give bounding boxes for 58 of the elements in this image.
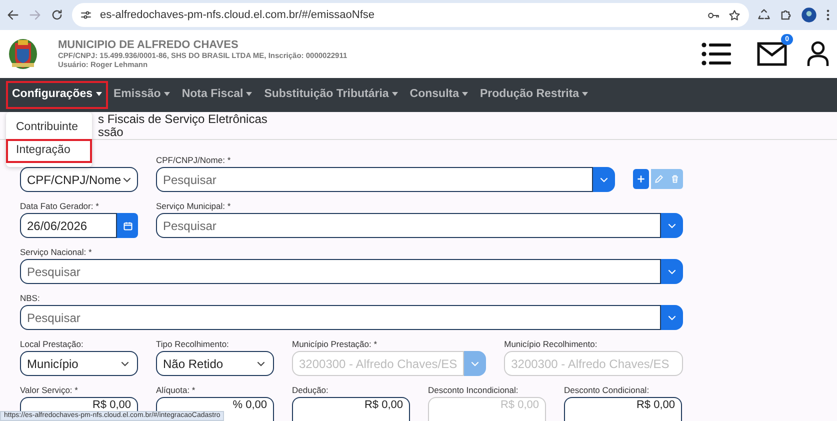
page-title: s Fiscais de Serviço Eletrônicas (98, 113, 268, 126)
field-label: CPF/CNPJ/Nome: * (156, 154, 232, 167)
date-field[interactable]: 26/06/2026 (20, 213, 117, 238)
search-field[interactable]: Pesquisar (156, 213, 661, 238)
user-icon[interactable] (807, 41, 829, 67)
nav-menu[interactable]: Substituição Tributária (258, 81, 404, 109)
search-field[interactable]: Pesquisar (156, 167, 593, 192)
dropdown-button[interactable] (593, 167, 615, 192)
dropdown-button[interactable] (661, 213, 683, 238)
field-label: Município Prestação: * (292, 338, 378, 351)
select-field[interactable]: Município (20, 351, 138, 376)
search-field[interactable]: Pesquisar (20, 305, 661, 330)
field-label: Alíquota: * (156, 384, 196, 397)
field-label: Data Fato Gerador: * (20, 200, 100, 213)
field-label: Desconto Condicional: (564, 384, 650, 397)
dropdown-button[interactable] (661, 305, 683, 330)
select-field[interactable]: Não Retido (156, 351, 274, 376)
avatar-icon[interactable] (801, 7, 817, 23)
field-label: Município Recolhimento: (504, 338, 598, 351)
amount-field[interactable]: R$ 0,00 (292, 397, 410, 421)
plus-icon (636, 174, 646, 184)
calendar-icon (122, 220, 132, 230)
nav-menu[interactable]: Consulta (404, 81, 474, 109)
mail-icon[interactable] (757, 42, 787, 66)
nav-menu[interactable]: Nota Fiscal (176, 81, 258, 109)
field-label: Desconto Incondicional: (428, 384, 520, 397)
reload-icon[interactable] (50, 8, 64, 22)
menu-dots-icon[interactable] (825, 8, 831, 22)
field-label: Tipo Recolhimento: (156, 338, 230, 351)
nav-menu[interactable]: Configurações (6, 81, 108, 109)
trash-icon (670, 174, 680, 184)
field-label: NBS: (20, 292, 41, 305)
plus-button[interactable] (633, 169, 649, 189)
back-icon[interactable] (6, 8, 20, 22)
dropdown-item[interactable]: Contribuinte (6, 116, 92, 140)
site-settings-icon[interactable] (80, 9, 92, 21)
field-label: Valor Serviço: * (20, 384, 79, 397)
calendar-button[interactable] (117, 213, 138, 238)
search-field[interactable]: Pesquisar (20, 259, 661, 284)
amount-field[interactable]: R$ 0,00 (564, 397, 682, 421)
select-field[interactable]: CPF/CNPJ/Nome (20, 167, 138, 192)
field-label: Serviço Municipal: * (156, 200, 232, 213)
field-label: Dedução: (292, 384, 330, 397)
address-bar[interactable]: es-alfredochaves-pm-nfs.cloud.el.com.br/#/emissaoNfse (72, 3, 749, 27)
municipality-title: MUNICIPIO DE ALFREDO CHAVES (58, 38, 240, 52)
address-text: es-alfredochaves-pm-nfs.cloud.el.com.br/#/emissaoNfse (100, 8, 376, 23)
star-icon[interactable] (728, 8, 741, 22)
nav-menu[interactable]: Produção Restrita (474, 81, 594, 109)
pencil-icon (654, 174, 664, 184)
coat-of-arms-logo (8, 37, 38, 71)
field-label: Local Prestação: (20, 338, 84, 351)
menu-icon[interactable] (701, 42, 731, 66)
dropdown-button[interactable] (661, 259, 683, 284)
page-title: ssão (98, 126, 124, 138)
dropdown-item[interactable]: Integração (6, 139, 92, 162)
nav-menu[interactable]: Emissão (108, 81, 176, 109)
extensions-icon[interactable] (779, 8, 793, 22)
field-label: Serviço Nacional: * (20, 246, 93, 259)
